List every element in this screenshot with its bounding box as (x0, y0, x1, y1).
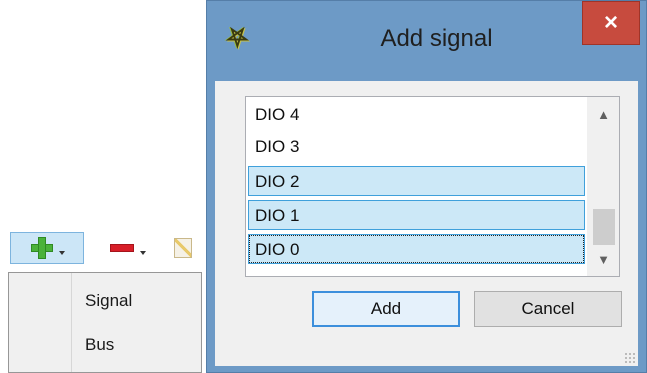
resize-grip-icon[interactable] (624, 352, 636, 364)
scroll-up-button[interactable]: ▲ (587, 99, 619, 129)
close-icon: × (603, 9, 618, 36)
list-item-dio-0[interactable]: DIO 0 (248, 234, 585, 264)
menu-item-bus[interactable]: Bus (85, 335, 114, 355)
list-item-dio-1[interactable]: DIO 1 (248, 200, 585, 230)
scrollbar-thumb[interactable] (593, 209, 615, 245)
chevron-down-icon (140, 251, 146, 255)
menu-gutter-divider (71, 273, 72, 372)
plus-icon (31, 237, 53, 259)
add-dropdown-menu: Signal Bus (8, 272, 202, 373)
remove-dropdown-button[interactable] (92, 232, 162, 264)
list-item-dio-3[interactable]: DIO 3 (248, 131, 585, 161)
dialog-titlebar[interactable]: ⛧ Add signal × (207, 1, 646, 81)
edit-button[interactable] (174, 232, 200, 264)
signal-list[interactable]: DIO 4 DIO 3 DIO 2 DIO 1 DIO 0 ▲ ▼ (245, 96, 620, 277)
scroll-down-button[interactable]: ▼ (587, 244, 619, 274)
list-item-dio-2[interactable]: DIO 2 (248, 166, 585, 196)
pencil-icon (174, 238, 192, 258)
list-item-dio-4[interactable]: DIO 4 (248, 99, 585, 129)
list-scrollbar[interactable]: ▲ ▼ (586, 97, 619, 276)
add-button[interactable]: Add (312, 291, 460, 327)
close-button[interactable]: × (582, 1, 640, 45)
dialog-body: DIO 4 DIO 3 DIO 2 DIO 1 DIO 0 ▲ ▼ Add Ca… (215, 81, 638, 366)
minus-icon (110, 244, 134, 252)
menu-item-signal[interactable]: Signal (85, 291, 132, 311)
dialog-title: Add signal (380, 25, 493, 52)
add-signal-dialog: ⛧ Add signal × DIO 4 DIO 3 DIO 2 DIO 1 D… (206, 0, 647, 373)
chevron-down-icon (59, 251, 65, 255)
chevron-down-icon: ▼ (597, 251, 610, 267)
cancel-button[interactable]: Cancel (474, 291, 622, 327)
chevron-up-icon: ▲ (597, 106, 610, 122)
toolbar (8, 228, 204, 268)
add-dropdown-button[interactable] (10, 232, 84, 264)
